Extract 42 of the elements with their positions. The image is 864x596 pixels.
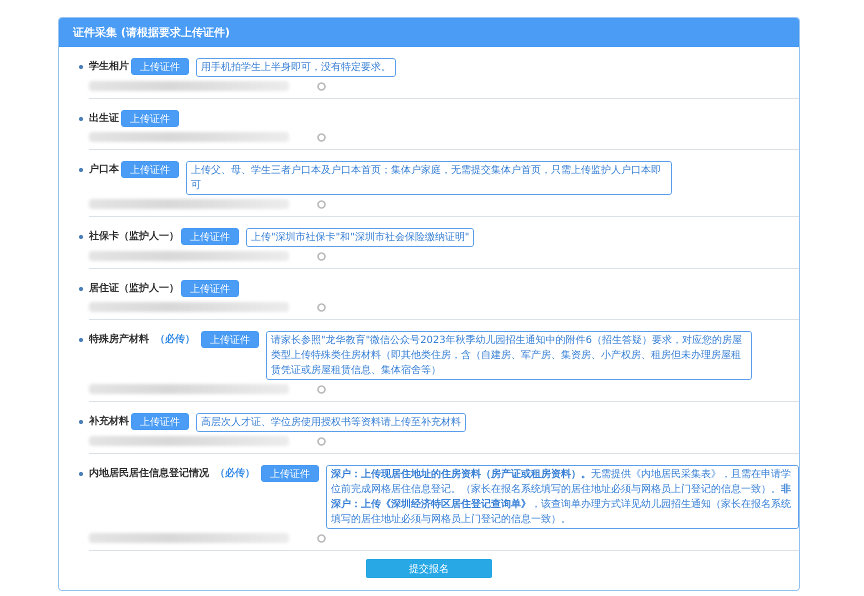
bullet-icon (79, 168, 83, 172)
field-label: 社保卡（监护人一） (89, 229, 179, 244)
field-label: 内地居民居住信息登记情况 (89, 466, 209, 481)
upload-button[interactable]: 上传证件 (121, 110, 179, 127)
bullet-icon (79, 420, 83, 424)
remove-icon[interactable] (317, 82, 326, 90)
upload-button[interactable]: 上传证件 (121, 161, 179, 178)
hint-callout: 请家长参照"龙华教育"微信公众号2023年秋季幼儿园招生通知中的附件6（招生答疑）要求，对应您的房屋类型上传特殊类住房材料（即其他类住房，含（自建房、军产房、集资房、小产权房、租房但未办理房屋租赁凭证或房屋租赁信息、集体宿舍等） (266, 331, 752, 380)
upload-button[interactable]: 上传证件 (181, 280, 239, 297)
bullet-icon (79, 287, 83, 291)
remove-icon[interactable] (317, 132, 326, 142)
upload-button[interactable]: 上传证件 (131, 58, 189, 75)
remove-icon[interactable] (317, 534, 326, 542)
hint-callout: 用手机拍学生上半身即可，没有特定要求。 (196, 58, 396, 77)
bullet-icon (79, 117, 83, 121)
upload-button[interactable]: 上传证件 (181, 228, 239, 245)
remove-icon[interactable] (317, 302, 326, 312)
hint-callout: 上传"深圳市社保卡"和"深圳市社会保险缴纳证明" (246, 228, 474, 247)
field-label: 学生相片 (89, 60, 129, 74)
required-tag: （必传） (215, 465, 255, 483)
remove-icon[interactable] (317, 200, 326, 208)
field-label: 居住证（监护人一） (89, 281, 179, 296)
remove-icon[interactable] (317, 436, 326, 446)
panel-header: 证件采集 (请根据要求上传证件) (59, 18, 799, 47)
upload-button[interactable]: 上传证件 (261, 465, 319, 482)
hint-callout: 深户：上传现居住地址的住房资料（房产证或租房资料）。无需提供《内地居民采集表》，且需在申请学位前完成网格居住信息登记。（家长在报名系统填写的居住地址必须与网格员上门登记的信息一致）。非深户：上传《深圳经济特区居住登记查询单》，该查询单办理方式详见幼儿园招生通知（家长在报名系统填写的居住地址必须与网格员上门登记的信息一致）。 (326, 465, 799, 529)
required-tag: （必传） (155, 331, 195, 349)
field-label: 户口本 (89, 162, 119, 177)
remove-icon[interactable] (317, 252, 326, 260)
field-label: 出生证 (89, 112, 119, 126)
upload-button[interactable]: 上传证件 (131, 413, 189, 430)
field-label: 特殊房产材料 (89, 332, 149, 347)
field-label: 补充材料 (89, 414, 129, 429)
hint-callout: 上传父、母、学生三者户口本及户口本首页；集体户家庭，无需提交集体户首页，只需上传监护人户口本即可 (186, 161, 672, 195)
bullet-icon (79, 472, 83, 476)
remove-icon[interactable] (317, 384, 326, 394)
submit-button[interactable]: 提交报名 (366, 559, 492, 578)
bullet-icon (79, 65, 83, 69)
bullet-icon (79, 235, 83, 239)
upload-button[interactable]: 上传证件 (201, 331, 259, 348)
bullet-icon (79, 338, 83, 342)
hint-callout: 高层次人才证、学位房使用授权书等资料请上传至补充材料 (196, 413, 466, 432)
